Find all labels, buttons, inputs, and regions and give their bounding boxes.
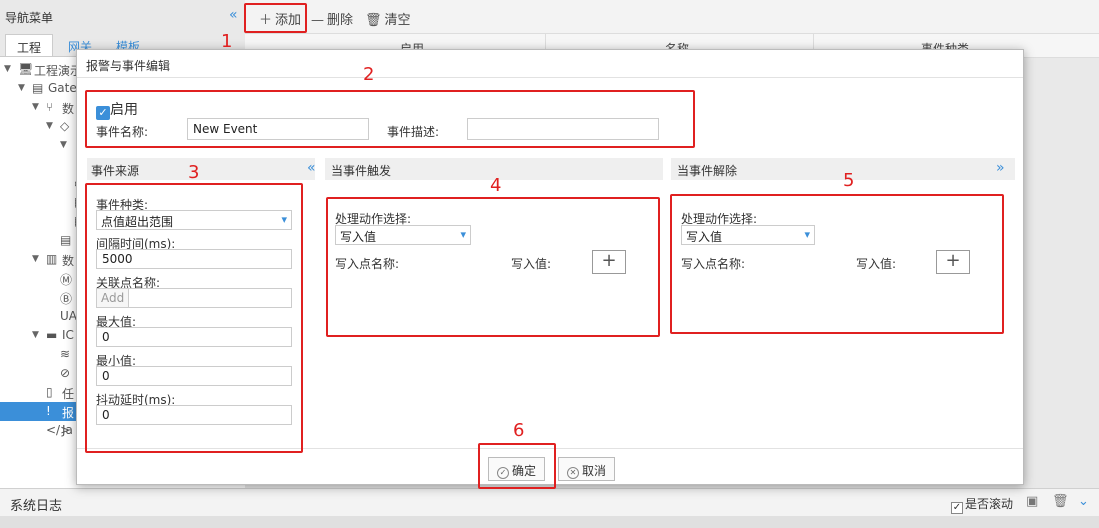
annotation-box-6 [478,443,556,489]
annotation-number-4: 4 [490,175,502,196]
table-icon: ▤ [60,233,72,247]
dialog-titlebar: 报警与事件编辑 [77,50,1023,78]
cancel-button-label: 取消 [582,464,607,478]
dialog-title: 报警与事件编辑 [86,59,171,73]
sidebar-title: 导航菜单 [5,11,54,25]
expand-caret-icon[interactable]: ▼ [32,330,39,340]
annotation-box-1 [244,3,307,33]
delete-button[interactable]: — 删除 [311,9,353,28]
io-icon: ▬ [46,328,58,342]
annotation-box-5 [670,194,1004,334]
tree-item-label: Ja [62,423,73,437]
expand-caret-icon[interactable]: ▼ [4,64,11,74]
trigger-header-text: 当事件触发 [331,164,392,178]
bottom-strip [0,516,1099,528]
collapse-sidebar-icon[interactable]: « [229,8,238,22]
tree-item-label: 报 [62,406,75,420]
annotation-number-1: 1 [221,31,233,52]
expand-caret-icon[interactable]: ▼ [32,254,39,264]
collapse-left-icon[interactable]: « [307,161,316,175]
close-circle-icon: ✕ [567,467,579,479]
clear-button[interactable]: 🗑 清空 [365,9,411,28]
save-log-icon[interactable]: ▣ [1026,495,1038,508]
source-header-text: 事件来源 [91,164,140,178]
trash-log-icon[interactable]: 🗑 [1052,495,1069,508]
tree-item-label: 数 [62,102,75,116]
annotation-number-6: 6 [513,420,525,441]
minus-icon: — [311,13,324,28]
annotation-box-3 [85,183,303,453]
clear-button-label: 清空 [384,13,411,28]
system-log-bar: 系统日志 ✓ 是否滚动 ▣ 🗑 ⌄ [0,488,1099,516]
expand-caret-icon[interactable]: ▼ [32,102,39,112]
chart-icon: ▥ [46,252,58,266]
toolbar: ＋添加 — 删除 🗑 清空 [245,0,1099,34]
annotation-box-4 [326,197,660,337]
annotation-number-3: 3 [188,162,200,183]
tree-item-label: 数 [62,254,75,268]
rss-icon: ≋ [60,347,71,361]
alarm-icon: ! [46,404,51,418]
annotation-number-5: 5 [843,170,855,191]
autoscroll-toggle[interactable]: ✓ 是否滚动 [951,495,1013,514]
tree-item-label: 任 [62,387,75,401]
tree-item-label: IC [62,328,74,342]
task-icon: ▯ [46,385,53,399]
system-log-title: 系统日志 [10,499,63,514]
tree-item-label: UA [60,309,77,323]
script-icon: ⊘ [60,366,71,380]
delete-button-label: 删除 [327,13,354,28]
b-icon: Ⓑ [60,292,73,306]
autoscroll-label: 是否滚动 [965,497,1014,511]
gateway-icon: ▤ [32,81,44,95]
monitor-icon: 🖥 [18,62,34,76]
autoscroll-checkbox[interactable]: ✓ [951,502,963,514]
m-icon: Ⓜ [60,273,73,287]
annotation-box-2 [85,90,695,148]
sidebar-header: 导航菜单 « [0,0,245,34]
tag-icon: ◇ [60,119,70,133]
cancel-button[interactable]: ✕ 取消 [558,457,616,481]
expand-caret-icon[interactable]: ▼ [46,121,53,131]
expand-right-icon[interactable]: » [996,161,1005,175]
tab-project[interactable]: 工程 [5,34,53,56]
source-panel-header: 事件来源 « [87,158,316,180]
expand-down-icon[interactable]: ⌄ [1078,495,1089,508]
expand-caret-icon[interactable]: ▼ [18,83,25,93]
trash-icon: 🗑 [365,13,382,28]
network-icon: ⑂ [46,100,54,114]
annotation-number-2: 2 [363,64,375,85]
expand-caret-icon[interactable]: ▼ [60,140,67,150]
tree-item-label: 工程演示 [34,64,83,78]
release-header-text: 当事件解除 [677,164,738,178]
